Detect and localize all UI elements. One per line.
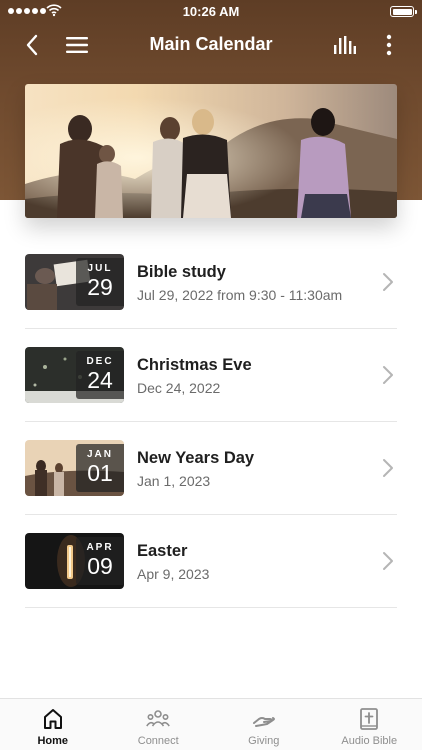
- event-row-christmas-eve[interactable]: DEC 24 Christmas Eve Dec 24, 2022: [25, 329, 397, 422]
- battery-icon: [390, 6, 417, 17]
- vertical-dots-icon: [386, 34, 392, 56]
- chevron-right-icon: [383, 273, 393, 291]
- tab-label: Audio Bible: [341, 735, 398, 747]
- date-badge: JUL 29: [76, 258, 124, 306]
- group-icon: [146, 710, 171, 727]
- back-button[interactable]: [17, 30, 47, 60]
- event-list: JUL 29 Bible study Jul 29, 2022 from 9:3…: [25, 236, 397, 608]
- event-thumbnail: JUL 29: [25, 254, 124, 310]
- status-bar: 10:26 AM: [0, 0, 422, 24]
- event-title: Easter: [137, 542, 188, 560]
- event-month: APR: [86, 542, 114, 553]
- event-day: 24: [87, 367, 113, 393]
- home-icon: [43, 709, 62, 729]
- bar-levels-icon: [334, 36, 356, 54]
- chevron-right-icon: [383, 366, 393, 384]
- event-day: 09: [87, 553, 113, 579]
- calendar-banner-image: [25, 84, 397, 218]
- bottom-tab-bar: Home Connect Giving Audio Bible: [0, 698, 422, 750]
- giving-hand-icon: [252, 717, 275, 727]
- chevron-right-icon: [383, 459, 393, 477]
- tab-audio-bible[interactable]: Audio Bible: [317, 699, 422, 750]
- event-date-time: Jan 1, 2023: [137, 473, 211, 489]
- tab-label: Home: [37, 735, 69, 747]
- chevron-right-icon: [383, 552, 393, 570]
- date-badge: APR 09: [76, 537, 124, 585]
- event-month: JUL: [87, 263, 113, 274]
- tab-label: Connect: [137, 735, 179, 747]
- more-options-button[interactable]: [374, 30, 404, 60]
- event-date-time: Dec 24, 2022: [137, 380, 221, 396]
- event-day: 29: [87, 274, 113, 300]
- event-date-time: Jul 29, 2022 from 9:30 - 11:30am: [137, 287, 343, 303]
- event-title: New Years Day: [137, 449, 255, 467]
- audio-levels-button[interactable]: [330, 30, 360, 60]
- date-badge: DEC 24: [76, 351, 124, 399]
- hamburger-menu-icon: [66, 37, 88, 53]
- event-title: Christmas Eve: [137, 356, 252, 374]
- event-month: JAN: [86, 449, 113, 460]
- event-thumbnail: JAN 01: [25, 440, 124, 496]
- bible-icon: [360, 708, 379, 730]
- event-thumbnail: DEC 24: [25, 347, 124, 403]
- event-title: Bible study: [137, 263, 226, 281]
- event-row-bible-study[interactable]: JUL 29 Bible study Jul 29, 2022 from 9:3…: [25, 236, 397, 329]
- tab-home[interactable]: Home: [0, 699, 106, 750]
- event-month: DEC: [86, 356, 114, 367]
- event-row-new-years-day[interactable]: JAN 01 New Years Day Jan 1, 2023: [25, 422, 397, 515]
- event-day: 01: [87, 460, 113, 486]
- event-row-easter[interactable]: APR 09 Easter Apr 9, 2023: [25, 515, 397, 608]
- tab-label: Giving: [248, 735, 280, 747]
- tab-giving[interactable]: Giving: [211, 699, 317, 750]
- event-date-time: Apr 9, 2023: [137, 566, 210, 582]
- back-arrow-icon: [26, 34, 38, 56]
- navigation-bar: Main Calendar: [0, 24, 422, 64]
- menu-button[interactable]: [62, 30, 92, 60]
- status-time: 10:26 AM: [182, 4, 240, 19]
- date-badge: JAN 01: [76, 444, 124, 492]
- event-thumbnail: APR 09: [25, 533, 124, 589]
- tab-connect[interactable]: Connect: [106, 699, 212, 750]
